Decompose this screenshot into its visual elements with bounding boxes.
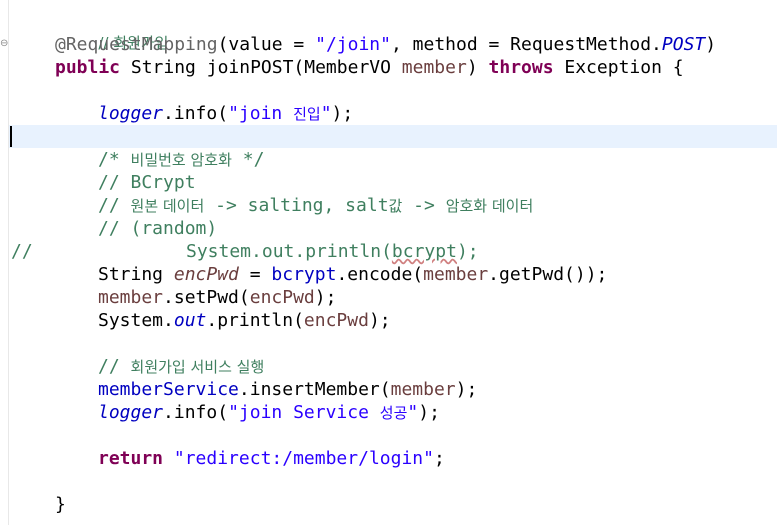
code-line-commented: System.out.println(bcrypt); — [186, 241, 479, 262]
code-line: @RequestMapping(value = "/join", method … — [55, 34, 717, 55]
code-line: // 회원가입 — [98, 34, 169, 52]
code-line: // BCrypt — [98, 172, 196, 193]
code-line: logger.info("join Service 성공"); — [98, 402, 440, 423]
code-line: } — [55, 494, 66, 515]
code-line: member.setPwd(encPwd); — [98, 287, 337, 308]
code-line: // (random) — [98, 218, 218, 239]
code-line: // — [11, 241, 33, 262]
code-line: String encPwd = bcrypt.encode(member.get… — [98, 264, 608, 285]
editor-gutter — [0, 0, 9, 525]
text-cursor — [10, 126, 12, 147]
code-line: // 원본 데이터 -> salting, salt값 -> 암호화 데이터 — [98, 195, 534, 216]
code-line: // 회원가입 서비스 실행 — [98, 356, 265, 377]
code-line: logger.info("join 진입"); — [98, 103, 354, 124]
code-line: /* 비밀번호 암호화 */ — [98, 149, 265, 170]
code-line: System.out.println(encPwd); — [98, 310, 391, 331]
code-line: memberService.insertMember(member); — [98, 379, 478, 400]
code-line: public String joinPOST(MemberVO member) … — [55, 57, 684, 78]
current-line-highlight — [9, 125, 777, 148]
code-line: return "redirect:/member/login"; — [98, 448, 445, 469]
fold-toggle-icon[interactable]: ⊖ — [0, 38, 8, 49]
